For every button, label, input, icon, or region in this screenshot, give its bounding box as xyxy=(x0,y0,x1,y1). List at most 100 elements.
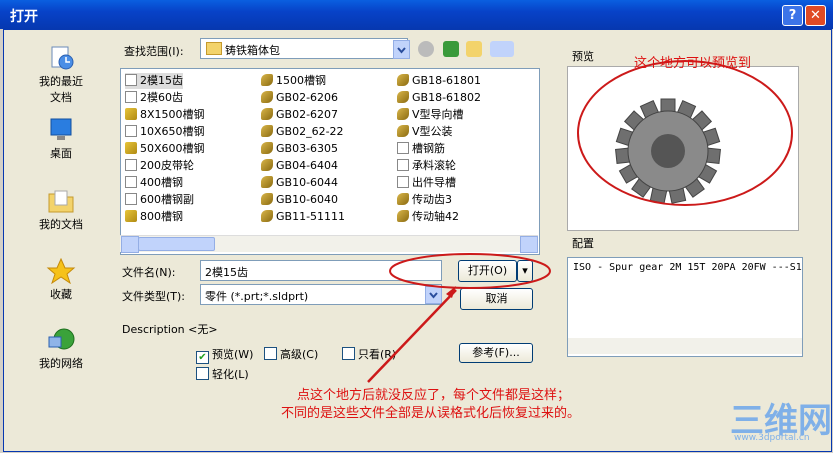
horizontal-scrollbar[interactable] xyxy=(568,338,802,354)
part-file-icon xyxy=(125,125,137,137)
part-file-icon xyxy=(125,176,137,188)
list-item[interactable]: GB02-6206 xyxy=(261,90,338,106)
filename-input[interactable]: 2模15齿 xyxy=(200,260,442,281)
annotation-line-1: 点这个地方后就没反应了，每个文件都是这样； xyxy=(297,388,571,403)
list-item[interactable]: GB11-51111 xyxy=(261,209,345,225)
open-dropdown-button[interactable]: ▾ xyxy=(517,260,533,282)
references-button[interactable]: 参考(F)... xyxy=(459,343,533,363)
preview-label: 预览 xyxy=(572,50,594,63)
chevron-down-icon[interactable] xyxy=(425,286,442,304)
list-item[interactable]: 2模15齿 xyxy=(125,73,183,89)
place-label: 我的网络 xyxy=(39,357,83,370)
assembly-file-icon xyxy=(261,91,273,103)
preview-annotation: 这个地方可以预览到 xyxy=(634,56,752,71)
filetype-select[interactable]: 零件 (*.prt;*.sldprt) xyxy=(200,284,442,305)
assembly-file-icon xyxy=(261,176,273,188)
list-item[interactable]: 传动轴42 xyxy=(397,209,459,225)
list-item[interactable]: 8X1500槽钢 xyxy=(125,107,205,123)
favorites-star-icon xyxy=(46,258,76,284)
assembly-file-icon xyxy=(261,125,273,137)
list-item[interactable]: GB02-6207 xyxy=(261,107,338,123)
assembly-file-icon xyxy=(397,125,409,137)
config-item[interactable]: ISO - Spur gear 2M 15T 20PA 20FW ---S15 xyxy=(573,262,802,273)
list-item[interactable]: 2模60齿 xyxy=(125,90,183,106)
list-item[interactable]: GB18-61802 xyxy=(397,90,481,106)
readonly-checkbox[interactable]: 只看(R) xyxy=(342,346,396,362)
list-item[interactable]: GB03-6305 xyxy=(261,141,338,157)
scroll-left-icon[interactable] xyxy=(121,236,139,253)
advanced-checkbox[interactable]: 高级(C) xyxy=(264,346,318,362)
up-folder-icon[interactable] xyxy=(443,41,459,57)
list-item[interactable]: 传动齿3 xyxy=(397,192,452,208)
place-label: 桌面 xyxy=(50,147,72,160)
list-item[interactable]: 槽钢筋 xyxy=(397,141,445,157)
back-arrow-icon[interactable] xyxy=(418,41,434,57)
place-desktop[interactable]: 桌面 xyxy=(26,117,96,161)
preview-checkbox[interactable]: ✔ 预览(W) xyxy=(196,346,253,364)
list-item[interactable]: 800槽钢 xyxy=(125,209,183,225)
file-list[interactable]: 2模15齿 2模60齿 8X1500槽钢 10X650槽钢 50X600槽钢 2… xyxy=(120,68,540,255)
list-item[interactable]: 1500槽钢 xyxy=(261,73,326,89)
assembly-file-icon xyxy=(397,210,409,222)
gear-thumbnail xyxy=(615,98,721,204)
lightweight-checkbox[interactable]: 轻化(L) xyxy=(196,366,249,382)
list-item[interactable]: 600槽钢副 xyxy=(125,192,194,208)
filetype-value: 零件 (*.prt;*.sldprt) xyxy=(205,290,309,303)
list-item[interactable]: 400槽钢 xyxy=(125,175,183,191)
list-item[interactable]: 出件导槽 xyxy=(397,175,456,191)
assembly-file-icon xyxy=(261,210,273,222)
watermark-url: www.3dportal.cn xyxy=(734,433,810,443)
annotation-line-2: 不同的是这些文件全部是从误格式化后恢复过来的。 xyxy=(281,406,581,421)
new-folder-icon[interactable] xyxy=(466,41,482,57)
assembly-file-icon xyxy=(261,74,273,86)
list-item[interactable]: V型导向槽 xyxy=(397,107,464,123)
open-button[interactable]: 打开(O) xyxy=(458,260,517,282)
place-recent[interactable]: 我的最近 文档 xyxy=(26,45,96,105)
part-file-icon xyxy=(397,159,409,171)
lookin-label: 查找范围(I): xyxy=(124,45,184,58)
description-text: Description <无> xyxy=(122,323,218,336)
list-item[interactable]: 承料滚轮 xyxy=(397,158,456,174)
scrollbar-thumb[interactable] xyxy=(138,237,215,251)
list-item[interactable]: 200皮带轮 xyxy=(125,158,194,174)
list-item[interactable]: GB10-6044 xyxy=(261,175,338,191)
assembly-file-icon xyxy=(397,74,409,86)
lookin-value: 铸铁箱体包 xyxy=(225,44,280,57)
list-item[interactable]: 50X600槽钢 xyxy=(125,141,205,157)
preview-pane xyxy=(567,66,799,231)
filetype-label: 文件类型(T): xyxy=(122,290,186,303)
list-item[interactable]: V型公装 xyxy=(397,124,453,140)
checkmark-icon: ✔ xyxy=(196,351,209,364)
assembly-file-icon xyxy=(397,193,409,205)
assembly-file-icon xyxy=(261,193,273,205)
assembly-file-icon xyxy=(397,108,409,120)
cancel-button[interactable]: 取消 xyxy=(460,288,533,310)
list-item[interactable]: 10X650槽钢 xyxy=(125,124,205,140)
place-favorites[interactable]: 收藏 xyxy=(26,258,96,302)
part-file-icon xyxy=(125,74,137,86)
list-item[interactable]: GB04-6404 xyxy=(261,158,338,174)
scroll-right-icon[interactable] xyxy=(520,236,538,253)
chevron-down-icon[interactable] xyxy=(393,40,410,59)
lookin-select[interactable]: 铸铁箱体包 xyxy=(200,38,408,59)
title-bar xyxy=(0,0,833,29)
part-file-icon xyxy=(397,142,409,154)
config-list[interactable]: ISO - Spur gear 2M 15T 20PA 20FW ---S15 xyxy=(567,257,803,357)
list-item[interactable]: GB02_62-22 xyxy=(261,124,344,140)
desktop-icon xyxy=(50,118,72,140)
list-item[interactable]: GB10-6040 xyxy=(261,192,338,208)
view-menu-icon[interactable] xyxy=(490,41,514,57)
part-file-icon xyxy=(125,108,137,120)
help-button[interactable]: ? xyxy=(782,5,803,26)
place-mydocs[interactable]: 我的文档 xyxy=(26,188,96,232)
list-item[interactable]: GB18-61801 xyxy=(397,73,481,89)
close-button[interactable]: ✕ xyxy=(805,5,826,26)
part-file-icon xyxy=(397,176,409,188)
assembly-file-icon xyxy=(261,159,273,171)
filename-label: 文件名(N): xyxy=(122,266,176,279)
folder-icon xyxy=(206,42,222,55)
part-file-icon xyxy=(125,159,137,171)
window-title: 打开 xyxy=(10,9,38,25)
network-icon xyxy=(48,328,75,350)
place-network[interactable]: 我的网络 xyxy=(26,327,96,371)
